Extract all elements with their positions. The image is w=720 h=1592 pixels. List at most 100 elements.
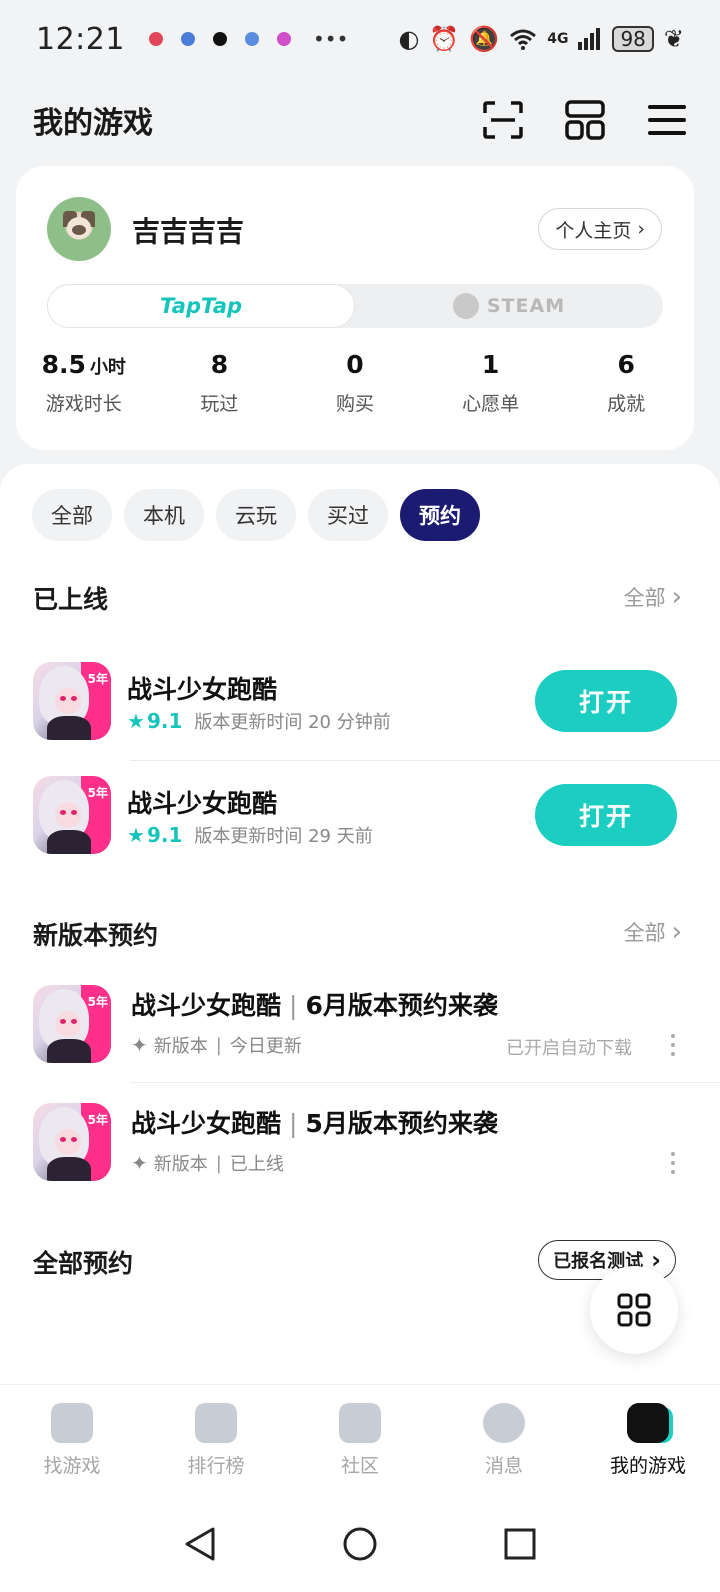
signal-icon (578, 28, 601, 50)
status-right: ◐ ⏰ 🔕 4G 98 ❦ (398, 25, 684, 53)
wifi-icon (510, 29, 537, 50)
sparkle-icon: ✦ (131, 1033, 148, 1057)
homepage-label: 个人主页 (555, 219, 632, 242)
more-options-icon[interactable] (670, 1152, 676, 1174)
reservation-title[interactable]: 战斗少女跑酷 | 6月版本预约来袭 (131, 986, 498, 1022)
stat-played[interactable]: 8 玩过 (152, 350, 288, 416)
game-meta: ★ 9.1 版本更新时间 20 分钟前 (127, 708, 391, 734)
podium-icon (195, 1403, 237, 1443)
nav-community[interactable]: 社区 (288, 1385, 432, 1496)
reservation-meta: ✦ 新版本 | 已上线 (131, 1151, 284, 1175)
nav-my-games[interactable]: 我的游戏 (576, 1385, 720, 1496)
taptap-logo: TapTap (159, 294, 243, 318)
community-icon (339, 1403, 381, 1443)
recents-icon[interactable] (500, 1524, 540, 1564)
menu-icon[interactable] (647, 100, 687, 140)
notification-icon (148, 32, 163, 46)
status-bar: 12:21 ••• ◐ ⏰ 🔕 4G 98 ❦ (0, 0, 720, 78)
auto-download-status: 已开启自动下载 (506, 1038, 632, 1059)
game-name[interactable]: 战斗少女跑酷 (127, 670, 277, 706)
filter-purchased[interactable]: 买过 (308, 489, 388, 541)
section-title-all-reservations: 全部预约 (33, 1249, 134, 1278)
chevron-right-icon: › (671, 917, 682, 947)
home-icon[interactable] (340, 1524, 380, 1564)
stat-label: 游戏时长 (45, 393, 122, 415)
alarm-icon: ⏰ (429, 25, 460, 53)
notification-icons: ••• (148, 27, 349, 51)
filter-reserved[interactable]: 预约 (400, 489, 480, 541)
game-meta: ★ 9.1 版本更新时间 29 天前 (127, 822, 373, 848)
mute-icon: 🔕 (469, 25, 500, 53)
notification-icon (276, 32, 291, 46)
system-nav-bar (0, 1496, 720, 1592)
game-icon[interactable]: 5年 (33, 776, 111, 854)
leaf-icon: ❦ (663, 25, 684, 53)
filter-bar: 全部 本机 云玩 买过 预约 (32, 489, 480, 541)
platform-switch: TapTap STEAM (47, 284, 663, 328)
gamepad-icon (627, 1403, 669, 1443)
steam-icon (452, 293, 479, 319)
nav-messages[interactable]: 消息 (432, 1385, 576, 1496)
stat-wishlist[interactable]: 1 心愿单 (423, 350, 559, 416)
section-title-online: 已上线 (33, 585, 109, 614)
open-button[interactable]: 打开 (535, 784, 677, 846)
game-icon[interactable]: 5年 (33, 662, 111, 740)
filter-local[interactable]: 本机 (124, 489, 204, 541)
scan-icon[interactable] (483, 100, 523, 140)
chat-bubble-icon (483, 1403, 525, 1443)
rating-score: 9.1 (146, 709, 183, 733)
divider (130, 760, 720, 761)
network-label: 4G (547, 31, 569, 47)
main-panel: 全部 本机 云玩 买过 预约 已上线 全部 › 5年 战斗少女跑酷 ★ 9.1 版… (0, 464, 720, 1384)
online-see-all-link[interactable]: 全部 › (624, 582, 682, 612)
nav-rankings[interactable]: 排行榜 (144, 1385, 288, 1496)
notification-icon (244, 32, 259, 46)
more-options-icon[interactable] (670, 1034, 676, 1056)
reservation-title[interactable]: 战斗少女跑酷 | 5月版本预约来袭 (131, 1104, 498, 1140)
data-saver-icon: ◐ (398, 25, 420, 53)
battery-indicator: 98 (612, 26, 654, 52)
divider (130, 1082, 720, 1083)
chevron-right-icon: › (637, 218, 645, 240)
stat-achievements[interactable]: 6 成就 (558, 350, 694, 416)
chevron-right-icon: › (671, 582, 682, 612)
nav-find-games[interactable]: 找游戏 (0, 1385, 144, 1496)
update-time: 版本更新时间 29 天前 (194, 826, 373, 847)
filter-all[interactable]: 全部 (32, 489, 112, 541)
game-name[interactable]: 战斗少女跑酷 (127, 784, 277, 820)
layout-icon[interactable] (565, 100, 605, 140)
notification-icon (212, 32, 227, 46)
filter-cloud[interactable]: 云玩 (216, 489, 296, 541)
rating-score: 9.1 (146, 823, 183, 847)
steam-label: STEAM (486, 295, 566, 317)
stats-row: 8.5 小时 游戏时长 8 玩过 0 购买 1 心愿单 6 成就 (16, 350, 694, 416)
new-version-see-all-link[interactable]: 全部 › (624, 917, 682, 947)
back-icon[interactable] (180, 1524, 220, 1564)
page-title: 我的游戏 (33, 106, 153, 141)
section-title-new-version: 新版本预约 (33, 921, 159, 950)
tab-taptap[interactable]: TapTap (47, 284, 355, 328)
stat-label: 心愿单 (462, 393, 520, 415)
profile-card: 吉吉吉吉 个人主页 › TapTap STEAM 8.5 小时 游戏时长 8 玩过… (16, 166, 694, 450)
avatar[interactable] (47, 197, 111, 261)
stat-purchased[interactable]: 0 购买 (287, 350, 423, 416)
more-notifications-icon: ••• (312, 27, 349, 51)
star-icon: ★ (127, 709, 145, 733)
notification-icon (180, 32, 195, 46)
star-icon: ★ (127, 823, 145, 847)
stat-label: 购买 (335, 393, 374, 415)
bottom-nav: 找游戏 排行榜 社区 消息 我的游戏 (0, 1384, 720, 1496)
game-icon[interactable]: 5年 (33, 1103, 111, 1181)
homepage-button[interactable]: 个人主页 › (538, 208, 662, 250)
status-time: 12:21 (36, 21, 125, 57)
sparkle-icon: ✦ (131, 1151, 148, 1175)
update-time: 版本更新时间 20 分钟前 (194, 712, 391, 733)
game-icon[interactable]: 5年 (33, 985, 111, 1063)
stat-playtime[interactable]: 8.5 小时 游戏时长 (16, 350, 152, 416)
username: 吉吉吉吉 (132, 215, 245, 248)
open-button[interactable]: 打开 (535, 670, 677, 732)
grid-icon (617, 1293, 651, 1327)
floating-grid-button[interactable] (590, 1266, 678, 1354)
tab-steam[interactable]: STEAM (355, 284, 663, 328)
stat-label: 玩过 (200, 393, 239, 415)
